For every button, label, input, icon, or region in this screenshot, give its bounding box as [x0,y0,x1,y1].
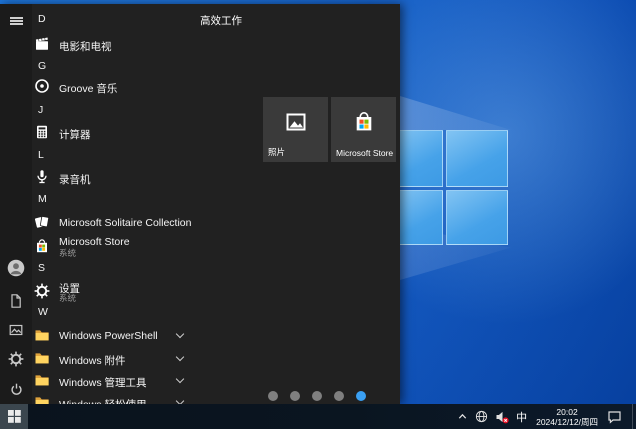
app-item-calculator[interactable]: 计算器 [28,122,232,142]
store-icon [33,237,51,255]
tile-photos[interactable]: 照片 [263,97,328,162]
store-icon [352,110,375,138]
app-list: D 电影和电视 G Groove 音乐 J [28,4,255,404]
desktop: D 电影和电视 G Groove 音乐 J [0,0,636,429]
section-header-J[interactable]: J [28,100,232,120]
documents-icon[interactable] [7,292,25,310]
wallpaper-windows-logo [393,130,511,248]
folder-icon [33,371,51,389]
show-desktop-button[interactable] [632,404,636,429]
start-button[interactable] [0,404,28,429]
tile-microsoft-store[interactable]: Microsoft Store [331,97,396,162]
volume-muted-icon[interactable] [495,410,509,424]
tile-page-dots [268,391,366,401]
page-dot-active[interactable] [356,391,366,401]
tile-group: 照片 Microsoft Store [263,97,396,162]
network-globe-icon[interactable] [475,410,488,423]
section-header-S[interactable]: S [28,258,232,278]
solitaire-icon [33,213,51,231]
power-icon[interactable] [7,380,25,398]
wallpaper-light-beam-top [400,96,511,131]
folder-icon [33,393,51,404]
movies-tv-icon [33,35,51,53]
hidden-icons-chevron-icon[interactable] [457,411,468,422]
app-item-groove-music[interactable]: Groove 音乐 [28,76,232,96]
system-tray: 中 20:02 2024/12/12/周四 [457,404,636,429]
photos-icon [284,110,308,139]
page-dot[interactable] [334,391,344,401]
section-header-G[interactable]: G [28,56,232,76]
ime-indicator[interactable]: 中 [516,409,527,425]
section-header-L[interactable]: L [28,145,232,165]
folder-item-windows-accessories[interactable]: Windows 附件 [28,348,232,368]
menu-icon[interactable] [7,12,25,30]
user-avatar-icon[interactable] [7,259,25,277]
section-header-W[interactable]: W [28,302,232,322]
windows-logo-icon [8,410,21,423]
app-item-movies-tv[interactable]: 电影和电视 [28,34,232,54]
app-item-settings[interactable]: 设置 系统 [28,281,232,301]
chevron-down-icon[interactable] [176,397,184,404]
chevron-down-icon[interactable] [176,353,184,361]
chevron-down-icon[interactable] [176,375,184,383]
wallpaper-logo-pane [393,190,443,245]
chevron-down-icon[interactable] [176,330,184,338]
app-item-voice-recorder[interactable]: 录音机 [28,167,232,187]
page-dot[interactable] [290,391,300,401]
clock-time: 20:02 [556,407,577,417]
app-item-solitaire[interactable]: Microsoft Solitaire Collection [28,212,232,232]
wallpaper-logo-pane [446,130,508,187]
settings-icon [33,282,51,300]
folder-icon [33,349,51,367]
folder-item-windows-powershell[interactable]: Windows PowerShell [28,325,232,345]
folder-item-windows-admin-tools[interactable]: Windows 管理工具 [28,370,232,390]
start-menu: D 电影和电视 G Groove 音乐 J [0,4,400,404]
wallpaper-logo-pane [446,190,508,245]
section-header-M[interactable]: M [28,189,232,209]
groove-music-icon [33,77,51,95]
folder-icon [33,326,51,344]
tile-group-header[interactable]: 高效工作 [200,13,242,28]
wallpaper-logo-pane [393,130,443,187]
settings-icon[interactable] [7,350,25,368]
calculator-icon [33,123,51,141]
folder-item-windows-ease-of-access[interactable]: Windows 轻松使用 [28,392,232,404]
voice-recorder-icon [33,168,51,186]
app-item-microsoft-store[interactable]: Microsoft Store 系统 [28,236,232,256]
clock-date: 2024/12/12/周四 [536,417,598,427]
taskbar-clock[interactable]: 20:02 2024/12/12/周四 [534,407,600,427]
page-dot[interactable] [268,391,278,401]
page-dot[interactable] [312,391,322,401]
pictures-icon[interactable] [7,321,25,339]
taskbar: 中 20:02 2024/12/12/周四 [0,404,636,429]
action-center-icon[interactable] [607,409,622,424]
